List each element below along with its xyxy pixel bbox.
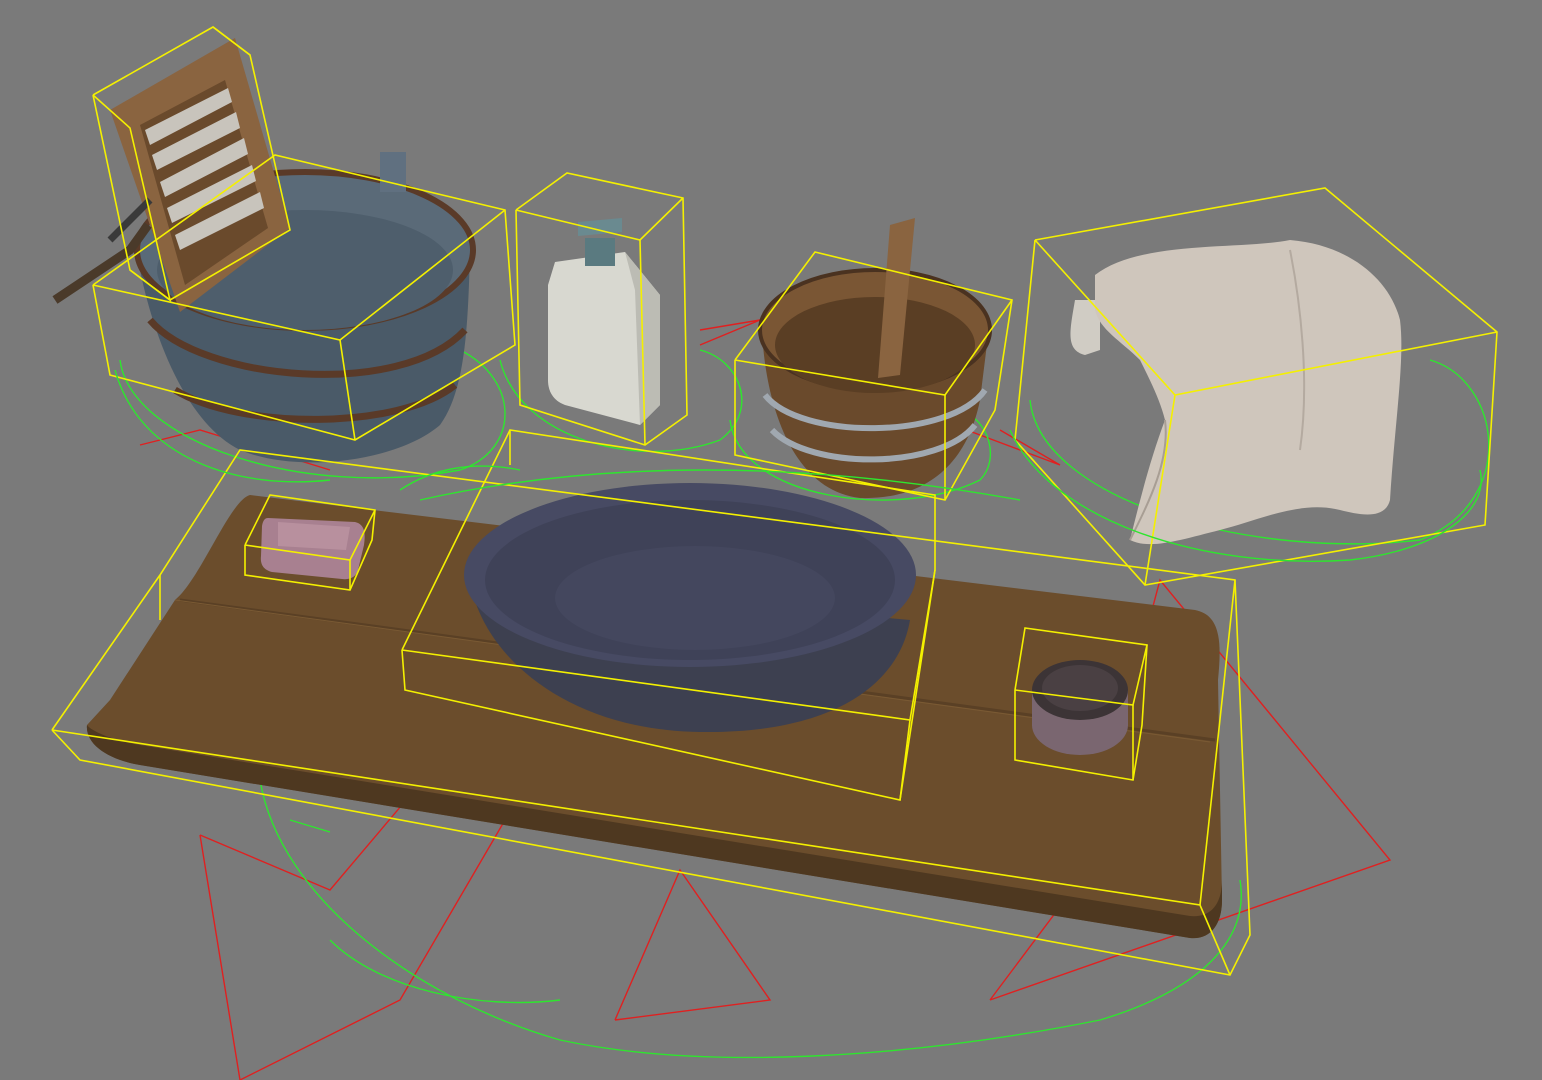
3d-viewport[interactable] xyxy=(0,0,1542,1080)
tin-can[interactable] xyxy=(1032,660,1128,755)
wooden-bucket[interactable] xyxy=(758,218,992,499)
soap-bar[interactable] xyxy=(260,518,365,580)
viewport-canvas[interactable] xyxy=(0,0,1542,1080)
stool-with-cloth[interactable] xyxy=(1070,240,1402,545)
